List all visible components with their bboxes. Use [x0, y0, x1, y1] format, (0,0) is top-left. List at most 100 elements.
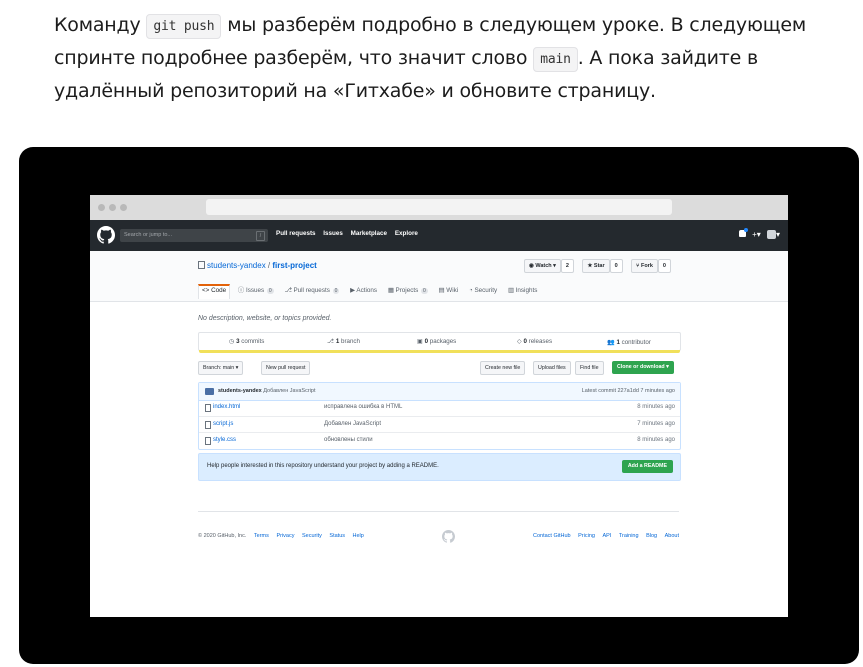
tab-actions[interactable]: ▶ Actions — [347, 285, 380, 299]
fork-count[interactable]: 0 — [657, 259, 671, 273]
commits-link[interactable]: ◷ 3 commits — [229, 338, 264, 345]
branches-link[interactable]: ⎇ 1 branch — [327, 338, 360, 345]
footer-link-pricing[interactable]: Pricing — [578, 533, 595, 539]
tab-code-label: <> Code — [202, 287, 227, 294]
footer-link-api[interactable]: API — [602, 533, 611, 539]
footer-link-about[interactable]: About — [665, 533, 679, 539]
inline-code-main: main — [533, 47, 578, 72]
nav-issues[interactable]: Issues — [323, 230, 343, 237]
footer-right: Contact GitHub Pricing API Training Blog… — [527, 533, 679, 539]
lesson-text-part: Команду — [54, 14, 147, 36]
repo-tabs: <> Code ⓘ Issues 0 ⎇ Pull requests 0 ▶ A… — [198, 283, 543, 299]
github-logo-icon[interactable] — [97, 226, 115, 244]
file-age: 8 minutes ago — [637, 437, 675, 443]
file-name-link[interactable]: script.js — [213, 421, 233, 427]
tab-wiki-label: ▤ Wiki — [438, 287, 459, 294]
footer-link-terms[interactable]: Terms — [254, 533, 269, 539]
footer-link-privacy[interactable]: Privacy — [276, 533, 294, 539]
github-mark-icon[interactable] — [442, 530, 455, 543]
packages-link[interactable]: ▣ 0 packages — [417, 338, 456, 345]
file-commit-message[interactable]: обновлены стили — [324, 437, 373, 443]
avatar-caret-icon[interactable]: ▾ — [776, 230, 780, 239]
star-count[interactable]: 0 — [609, 259, 623, 273]
tab-insights-label: ▥ Insights — [507, 287, 538, 294]
window-close-dot[interactable] — [98, 204, 105, 211]
address-bar[interactable] — [206, 199, 672, 215]
file-icon — [205, 437, 211, 445]
watch-count[interactable]: 2 — [560, 259, 574, 273]
table-row: script.js Добавлен JavaScript 7 minutes … — [199, 416, 680, 433]
file-age: 8 minutes ago — [637, 404, 675, 410]
tab-code[interactable]: <> Code — [198, 284, 231, 299]
repo-description: No description, website, or topics provi… — [198, 315, 332, 322]
upload-files-button[interactable]: Upload files — [533, 361, 571, 375]
branch-select-button[interactable]: Branch: main ▾ — [198, 361, 244, 375]
language-bar — [199, 350, 680, 353]
commits-label: commits — [239, 338, 265, 345]
footer-link-training[interactable]: Training — [619, 533, 639, 539]
inline-code-git-push: git push — [146, 14, 222, 39]
commit-message[interactable]: Добавлен JavaScript — [263, 388, 315, 394]
contributors-link[interactable]: 👥 1 contributor — [607, 338, 651, 346]
contributors-label: contributor — [619, 339, 651, 346]
releases-link[interactable]: ◇ 0 releases — [517, 338, 552, 345]
add-readme-button[interactable]: Add a README — [621, 460, 673, 473]
readme-prompt-text: Help people interested in this repositor… — [207, 463, 439, 469]
tab-projects[interactable]: ▦ Projects 0 — [385, 285, 431, 299]
footer-copyright: © 2020 GitHub, Inc. — [198, 533, 247, 539]
releases-label: releases — [526, 338, 553, 345]
create-new-file-button[interactable]: Create new file — [480, 361, 526, 375]
tab-issues-count: 0 — [266, 288, 274, 294]
footer-link-status[interactable]: Status — [329, 533, 345, 539]
repo-name-link[interactable]: first-project — [272, 261, 316, 270]
window-minimize-dot[interactable] — [109, 204, 116, 211]
file-commit-message[interactable]: исправлена ошибка в HTML — [324, 404, 402, 410]
tab-pull-requests[interactable]: ⎇ Pull requests 0 — [281, 285, 342, 299]
nav-marketplace[interactable]: Marketplace — [351, 230, 387, 237]
repo-owner-link[interactable]: students-yandex — [207, 261, 266, 270]
nav-explore[interactable]: Explore — [395, 230, 418, 237]
notification-bell-icon[interactable] — [738, 228, 748, 237]
tab-issues-label: ⓘ Issues — [237, 287, 265, 294]
find-file-button[interactable]: Find file — [575, 361, 604, 375]
repo-summary-bar: ◷ 3 commits ⎇ 1 branch ▣ 0 packages ◇ 0 … — [198, 332, 681, 353]
notification-dot-icon — [743, 228, 748, 232]
search-placeholder: Search or jump to... — [124, 232, 172, 238]
latest-commit-info[interactable]: Latest commit 227a1dd 7 minutes ago — [582, 388, 675, 394]
new-pull-request-button[interactable]: New pull request — [261, 361, 311, 375]
create-new-button[interactable]: +▾ — [752, 230, 761, 239]
branch-label: branch — [339, 338, 360, 345]
star-button[interactable]: ★ Star — [582, 259, 610, 273]
commit-author-name[interactable]: students-yandex — [218, 388, 262, 394]
window-maximize-dot[interactable] — [120, 204, 127, 211]
clone-or-download-button[interactable]: Clone or download ▾ — [612, 361, 674, 374]
tab-wiki[interactable]: ▤ Wiki — [436, 285, 462, 299]
top-nav: Pull requests Issues Marketplace Explore — [276, 230, 424, 237]
nav-pull-requests[interactable]: Pull requests — [276, 230, 316, 237]
table-row: style.css обновлены стили 8 minutes ago — [199, 432, 680, 449]
avatar[interactable] — [766, 230, 776, 240]
file-name-link[interactable]: index.html — [213, 404, 240, 410]
tab-pull-requests-label: ⎇ Pull requests — [284, 287, 330, 294]
fork-button[interactable]: ⑂ Fork — [631, 259, 658, 273]
file-name-link[interactable]: style.css — [213, 437, 236, 443]
tab-issues[interactable]: ⓘ Issues 0 — [235, 283, 277, 299]
header-actions: +▾ ▾ — [738, 228, 780, 240]
tab-security[interactable]: ◔ Security — [466, 285, 500, 299]
footer-link-help[interactable]: Help — [353, 533, 364, 539]
search-input[interactable]: Search or jump to... / — [120, 229, 268, 242]
footer-left: © 2020 GitHub, Inc. Terms Privacy Securi… — [198, 533, 364, 539]
readme-prompt: Help people interested in this repositor… — [198, 453, 681, 481]
packages-label: packages — [428, 338, 457, 345]
repo-header: students-yandex / first-project ◉ Watch … — [90, 251, 788, 302]
footer-link-contact[interactable]: Contact GitHub — [533, 533, 571, 539]
file-icon — [205, 421, 211, 429]
avatar[interactable] — [205, 388, 214, 395]
tab-actions-label: ▶ Actions — [350, 287, 378, 294]
watch-button[interactable]: ◉ Watch ▾ — [524, 259, 561, 273]
tab-insights[interactable]: ▥ Insights — [505, 285, 540, 299]
repo-actions: ◉ Watch ▾ 2 ★ Star 0 ⑂ Fork 0 — [524, 259, 675, 277]
footer-link-blog[interactable]: Blog — [646, 533, 657, 539]
file-commit-message[interactable]: Добавлен JavaScript — [324, 421, 381, 427]
footer-link-security[interactable]: Security — [302, 533, 322, 539]
